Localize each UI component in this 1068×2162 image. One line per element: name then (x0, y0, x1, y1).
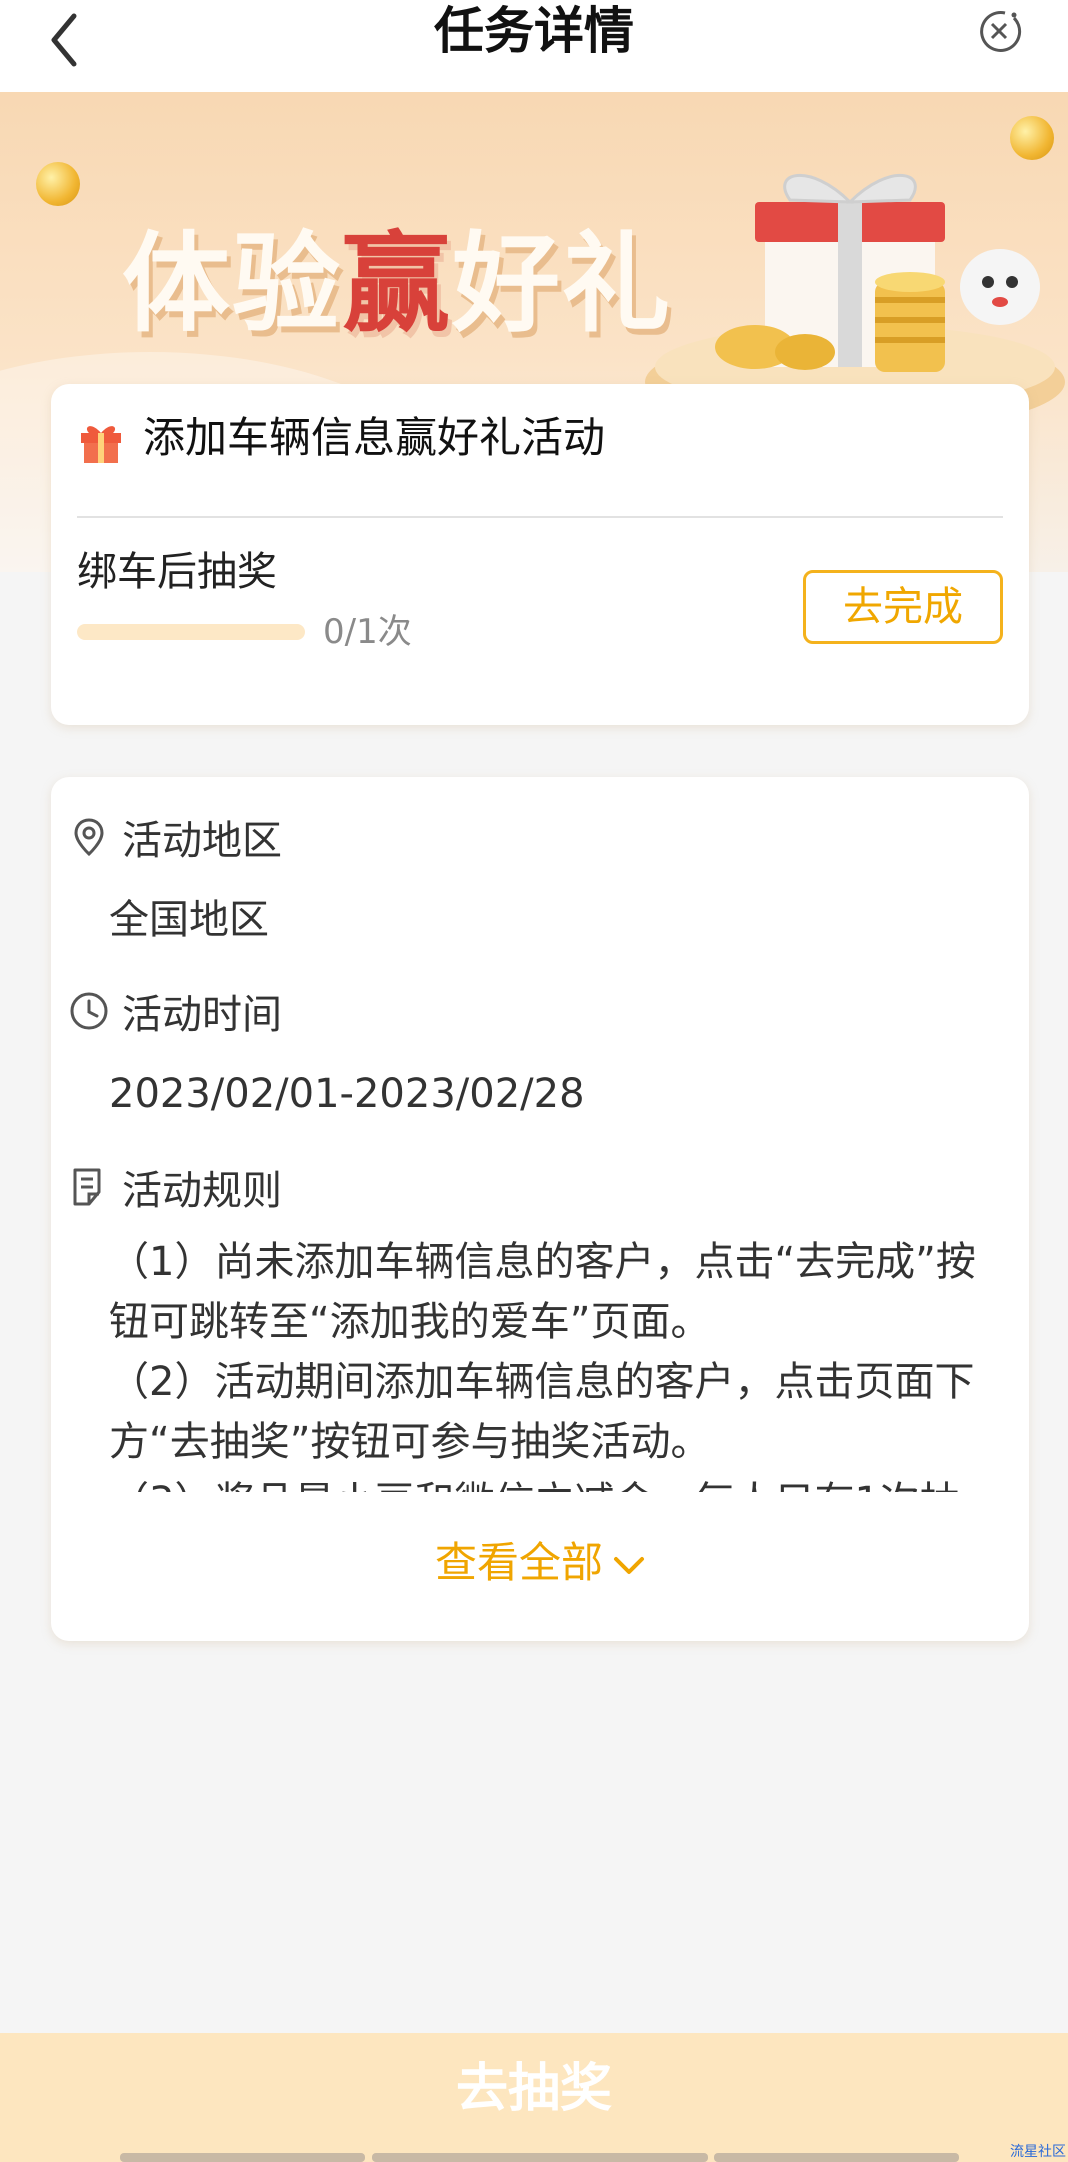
gift-icon (77, 417, 125, 465)
region-header: 活动地区 (68, 807, 282, 867)
time-label: 活动时间 (122, 992, 282, 1038)
navbar: 任务详情 (0, 0, 1068, 92)
task-title: 添加车辆信息赢好礼活动 (143, 413, 606, 462)
bottom-action-bar: 去抽奖 流星社区 (0, 2033, 1068, 2162)
draw-lottery-button[interactable]: 去抽奖 (0, 2053, 1068, 2125)
task-name: 绑车后抽奖 (77, 549, 277, 595)
bottom-tab-indicator (120, 2153, 365, 2162)
rule-item: （1）尚未添加车辆信息的客户，点击“去完成”按钮可跳转至“添加我的爱车”页面。 (109, 1239, 976, 1345)
location-pin-icon (74, 818, 104, 857)
activity-info-card: 活动地区 全国地区 活动时间 2023/02/01-2023/02/28 活动规… (51, 777, 1029, 1641)
page-title: 任务详情 (434, 2, 634, 60)
time-value: 2023/02/01-2023/02/28 (109, 1071, 585, 1117)
task-card: 添加车辆信息赢好礼活动 绑车后抽奖 0/1次 去完成 (51, 384, 1029, 725)
chevron-down-icon (614, 1556, 644, 1574)
coin-icon (36, 162, 80, 206)
region-label: 活动地区 (122, 818, 282, 864)
rules-content: （1）尚未添加车辆信息的客户，点击“去完成”按钮可跳转至“添加我的爱车”页面。 … (109, 1232, 1009, 1492)
go-complete-button[interactable]: 去完成 (803, 570, 1003, 644)
bottom-tab-indicator (372, 2153, 708, 2162)
view-all-button[interactable]: 查看全部 (51, 1533, 1029, 1593)
watermark: 流星社区 (1010, 2144, 1066, 2160)
rule-item: （2）活动期间添加车辆信息的客户，点击页面下方“去抽奖”按钮可参与抽奖活动。 (109, 1359, 975, 1465)
region-value: 全国地区 (109, 897, 269, 943)
close-circle-icon[interactable] (974, 6, 1024, 56)
banner-title: 体验赢好礼 (122, 222, 673, 347)
rules-header: 活动规则 (68, 1157, 282, 1217)
task-progress-bar (77, 624, 305, 640)
bottom-tab-indicator (714, 2153, 959, 2162)
view-all-label: 查看全部 (434, 1538, 603, 1587)
rule-item: （3）奖品是小豆和微信立减金，每人只有1次抽 (109, 1472, 1009, 1492)
rules-label: 活动规则 (122, 1168, 282, 1214)
divider (77, 516, 1003, 518)
task-progress-text: 0/1次 (323, 612, 412, 652)
time-header: 活动时间 (68, 981, 282, 1041)
clock-icon (70, 992, 108, 1030)
document-icon (73, 1168, 101, 1206)
